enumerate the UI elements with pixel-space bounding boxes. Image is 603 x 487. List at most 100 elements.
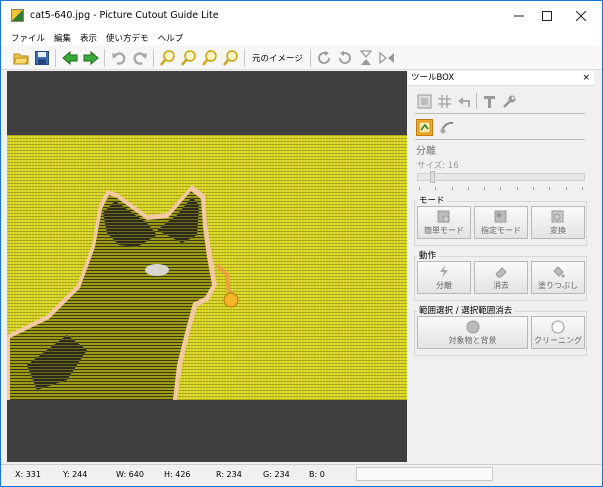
toolbox-close-button[interactable]: × bbox=[582, 71, 590, 86]
specify-mode-button[interactable]: 指定モード bbox=[474, 206, 528, 239]
simple-mode-icon bbox=[437, 210, 450, 223]
brush-tool-button[interactable] bbox=[439, 119, 455, 135]
separate-section-title: 分離 bbox=[416, 146, 436, 157]
title-bar: cat5-640.jpg - Picture Cutout Guide Lite bbox=[1, 1, 602, 30]
status-y: Y: 244 bbox=[63, 470, 88, 479]
erase-label: 消去 bbox=[493, 280, 509, 290]
back-button[interactable] bbox=[59, 48, 80, 68]
flip-vertical-button[interactable] bbox=[356, 48, 377, 68]
simple-mode-label: 簡単モード bbox=[424, 225, 464, 235]
flip-horizontal-icon bbox=[379, 51, 395, 64]
status-h: H: 426 bbox=[164, 470, 191, 479]
status-progress-scrollbar[interactable] bbox=[356, 467, 493, 481]
flip-horizontal-button[interactable] bbox=[377, 48, 398, 68]
zoom-fit-button[interactable] bbox=[199, 48, 220, 68]
erase-button[interactable]: 消去 bbox=[474, 261, 528, 294]
return-arrow-icon bbox=[457, 96, 470, 107]
wrench-icon bbox=[502, 95, 515, 108]
size-slider-thumb[interactable] bbox=[430, 171, 435, 183]
zoom-fit-icon bbox=[201, 49, 217, 66]
status-r: R: 234 bbox=[216, 470, 242, 479]
toolbox-divider bbox=[415, 113, 585, 114]
menu-file[interactable]: ファイル bbox=[11, 32, 45, 44]
close-button[interactable] bbox=[559, 1, 603, 30]
minimize-icon bbox=[514, 15, 524, 16]
specify-mode-label: 指定モード bbox=[481, 225, 521, 235]
separate-tool-button[interactable] bbox=[416, 119, 433, 136]
menu-bar: ファイル 編集 表示 使い方デモ ヘルプ bbox=[1, 30, 602, 46]
app-icon bbox=[11, 9, 24, 22]
original-image-button[interactable]: 元のイメージ bbox=[248, 52, 307, 64]
close-icon bbox=[576, 10, 586, 21]
toolbox-divider bbox=[415, 139, 585, 140]
floppy-icon bbox=[34, 50, 49, 65]
window-title: cat5-640.jpg - Picture Cutout Guide Lite bbox=[30, 10, 219, 21]
fill-button[interactable]: 塗りつぶし bbox=[531, 261, 585, 294]
forward-button[interactable] bbox=[80, 48, 101, 68]
cat-silhouette bbox=[7, 185, 239, 400]
app-window: cat5-640.jpg - Picture Cutout Guide Lite… bbox=[0, 0, 603, 487]
action-group-title: 動作 bbox=[417, 249, 439, 261]
wrench-tool-button[interactable] bbox=[501, 93, 517, 109]
toolbar-separator bbox=[153, 48, 154, 67]
image-canvas[interactable] bbox=[7, 71, 407, 462]
grid-tool-button[interactable] bbox=[436, 93, 452, 109]
zoom-actual-button[interactable] bbox=[220, 48, 241, 68]
slider-ticks bbox=[419, 187, 583, 190]
text-t-icon bbox=[483, 95, 495, 108]
object-background-button[interactable]: 対象物と背景 bbox=[417, 316, 528, 349]
menu-help[interactable]: ヘルプ bbox=[158, 32, 184, 44]
rotate-right-button[interactable] bbox=[314, 48, 335, 68]
status-g: G: 234 bbox=[263, 470, 290, 479]
lightning-icon bbox=[440, 265, 448, 278]
simple-mode-button[interactable]: 簡単モード bbox=[417, 206, 471, 239]
arrow-right-icon bbox=[83, 50, 99, 65]
specify-mode-icon bbox=[494, 210, 507, 223]
zoom-in-button[interactable] bbox=[157, 48, 178, 68]
frame-tool-button[interactable] bbox=[416, 93, 432, 109]
cat-image[interactable] bbox=[7, 135, 407, 400]
menu-demo[interactable]: 使い方デモ bbox=[106, 32, 149, 44]
maximize-icon bbox=[542, 10, 552, 21]
open-button[interactable] bbox=[10, 48, 31, 68]
save-button[interactable] bbox=[31, 48, 52, 68]
separate-tool-icon bbox=[418, 121, 431, 134]
menu-edit[interactable]: 編集 bbox=[54, 32, 71, 44]
undo-button[interactable] bbox=[108, 48, 129, 68]
text-tool-button[interactable] bbox=[481, 93, 497, 109]
undo-icon bbox=[111, 51, 126, 65]
toolbar-separator bbox=[104, 48, 105, 67]
mode-group-title: モード bbox=[417, 194, 447, 206]
cleaning-label: クリーニング bbox=[534, 335, 582, 345]
separate-action-label: 分離 bbox=[436, 280, 452, 290]
toolbar-separator bbox=[55, 48, 56, 67]
back-tool-button[interactable] bbox=[456, 93, 472, 109]
brush-icon bbox=[440, 121, 454, 133]
toolbar: 元のイメージ bbox=[1, 46, 602, 70]
size-label: サイズ: 16 bbox=[417, 161, 459, 171]
size-slider-track[interactable] bbox=[417, 173, 585, 181]
zoom-out-icon bbox=[180, 49, 196, 66]
toolbox-panel: ツールBOX × 分離 サイズ: 16 モード 簡単モード 指定モード 変換 動… bbox=[408, 71, 594, 462]
rotate-left-button[interactable] bbox=[335, 48, 356, 68]
zoom-out-button[interactable] bbox=[178, 48, 199, 68]
frame-icon bbox=[417, 94, 431, 108]
range-group-title: 範囲選択 / 選択範囲消去 bbox=[417, 304, 515, 316]
menu-view[interactable]: 表示 bbox=[80, 32, 97, 44]
fill-label: 塗りつぶし bbox=[537, 280, 579, 290]
toolbox-header: ツールBOX × bbox=[408, 71, 594, 86]
status-bar: X: 331 Y: 244 W: 640 H: 426 R: 234 G: 23… bbox=[1, 464, 602, 486]
convert-button[interactable]: 変換 bbox=[531, 206, 585, 239]
paint-bucket-icon bbox=[553, 266, 565, 278]
cleaning-button[interactable]: クリーニング bbox=[531, 316, 585, 349]
status-b: B: 0 bbox=[309, 470, 325, 479]
redo-icon bbox=[132, 51, 147, 65]
redo-button[interactable] bbox=[129, 48, 150, 68]
toolbox-mode-row bbox=[416, 119, 455, 136]
status-x: X: 331 bbox=[15, 470, 41, 479]
circle-filled-icon bbox=[466, 320, 479, 333]
separate-action-button[interactable]: 分離 bbox=[417, 261, 471, 294]
folder-icon bbox=[12, 53, 29, 64]
status-w: W: 640 bbox=[116, 470, 144, 479]
object-background-label: 対象物と背景 bbox=[448, 335, 497, 345]
